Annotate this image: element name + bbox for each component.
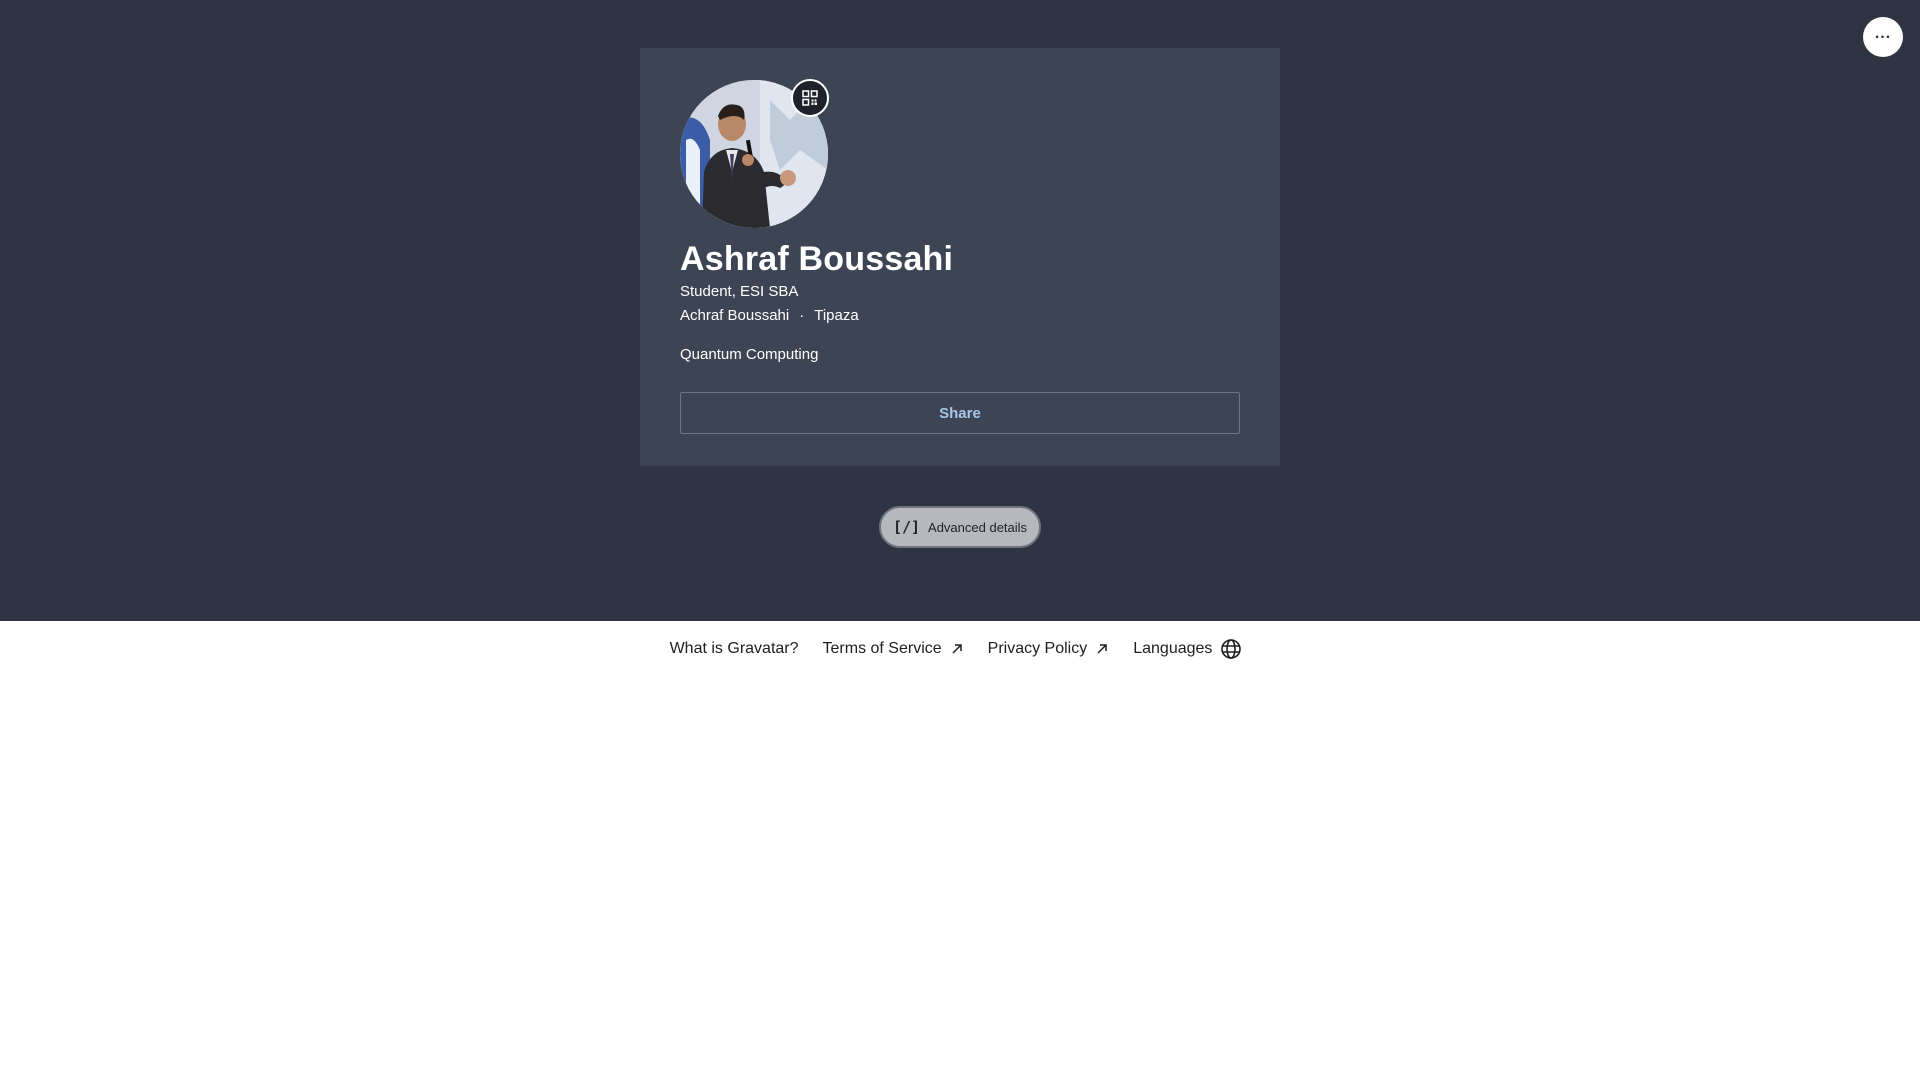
footer-link-label: Terms of Service xyxy=(822,640,942,657)
footer-link-label: Privacy Policy xyxy=(987,640,1088,657)
external-arrow-icon xyxy=(1095,642,1109,656)
footer-link-terms[interactable]: Terms of Service xyxy=(823,640,964,658)
location: Tipaza xyxy=(814,307,859,324)
footer-link-label: What is Gravatar? xyxy=(669,640,799,657)
footer-link-languages[interactable]: Languages xyxy=(1133,638,1242,660)
footer: What is Gravatar? Terms of Service Priva… xyxy=(0,621,1920,677)
about-text: Quantum Computing xyxy=(680,346,819,363)
display-name: Achraf Boussahi xyxy=(680,307,790,324)
share-button[interactable]: Share xyxy=(680,392,1240,434)
profile-hero: ... Ashraf Boussahi Student, ESI SBA Ach… xyxy=(0,0,1920,621)
meta-separator: · xyxy=(799,307,805,324)
profile-meta: Achraf Boussahi · Tipaza xyxy=(680,307,859,324)
footer-link-what-is-gravatar[interactable]: What is Gravatar? xyxy=(670,640,799,658)
footer-links: What is Gravatar? Terms of Service Priva… xyxy=(670,638,1243,660)
globe-icon xyxy=(1220,638,1242,660)
job-title: Student, ESI SBA xyxy=(680,283,799,300)
footer-link-privacy[interactable]: Privacy Policy xyxy=(988,640,1110,658)
profile-name: Ashraf Boussahi xyxy=(680,240,954,278)
more-options-button[interactable]: ... xyxy=(1863,17,1903,57)
qr-code-icon xyxy=(802,90,818,106)
avatar-container xyxy=(680,79,829,228)
more-horizontal-icon: ... xyxy=(1874,25,1892,42)
qr-code-button[interactable] xyxy=(791,79,829,117)
external-arrow-icon xyxy=(950,642,964,656)
advanced-details-label: Advanced details xyxy=(928,519,1028,535)
profile-card: Ashraf Boussahi Student, ESI SBA Achraf … xyxy=(640,48,1280,466)
code-icon: [/] xyxy=(892,518,921,536)
page: ... Ashraf Boussahi Student, ESI SBA Ach… xyxy=(0,0,1920,1080)
footer-link-label: Languages xyxy=(1133,640,1213,657)
advanced-details-button[interactable]: [/] Advanced details xyxy=(879,506,1041,548)
